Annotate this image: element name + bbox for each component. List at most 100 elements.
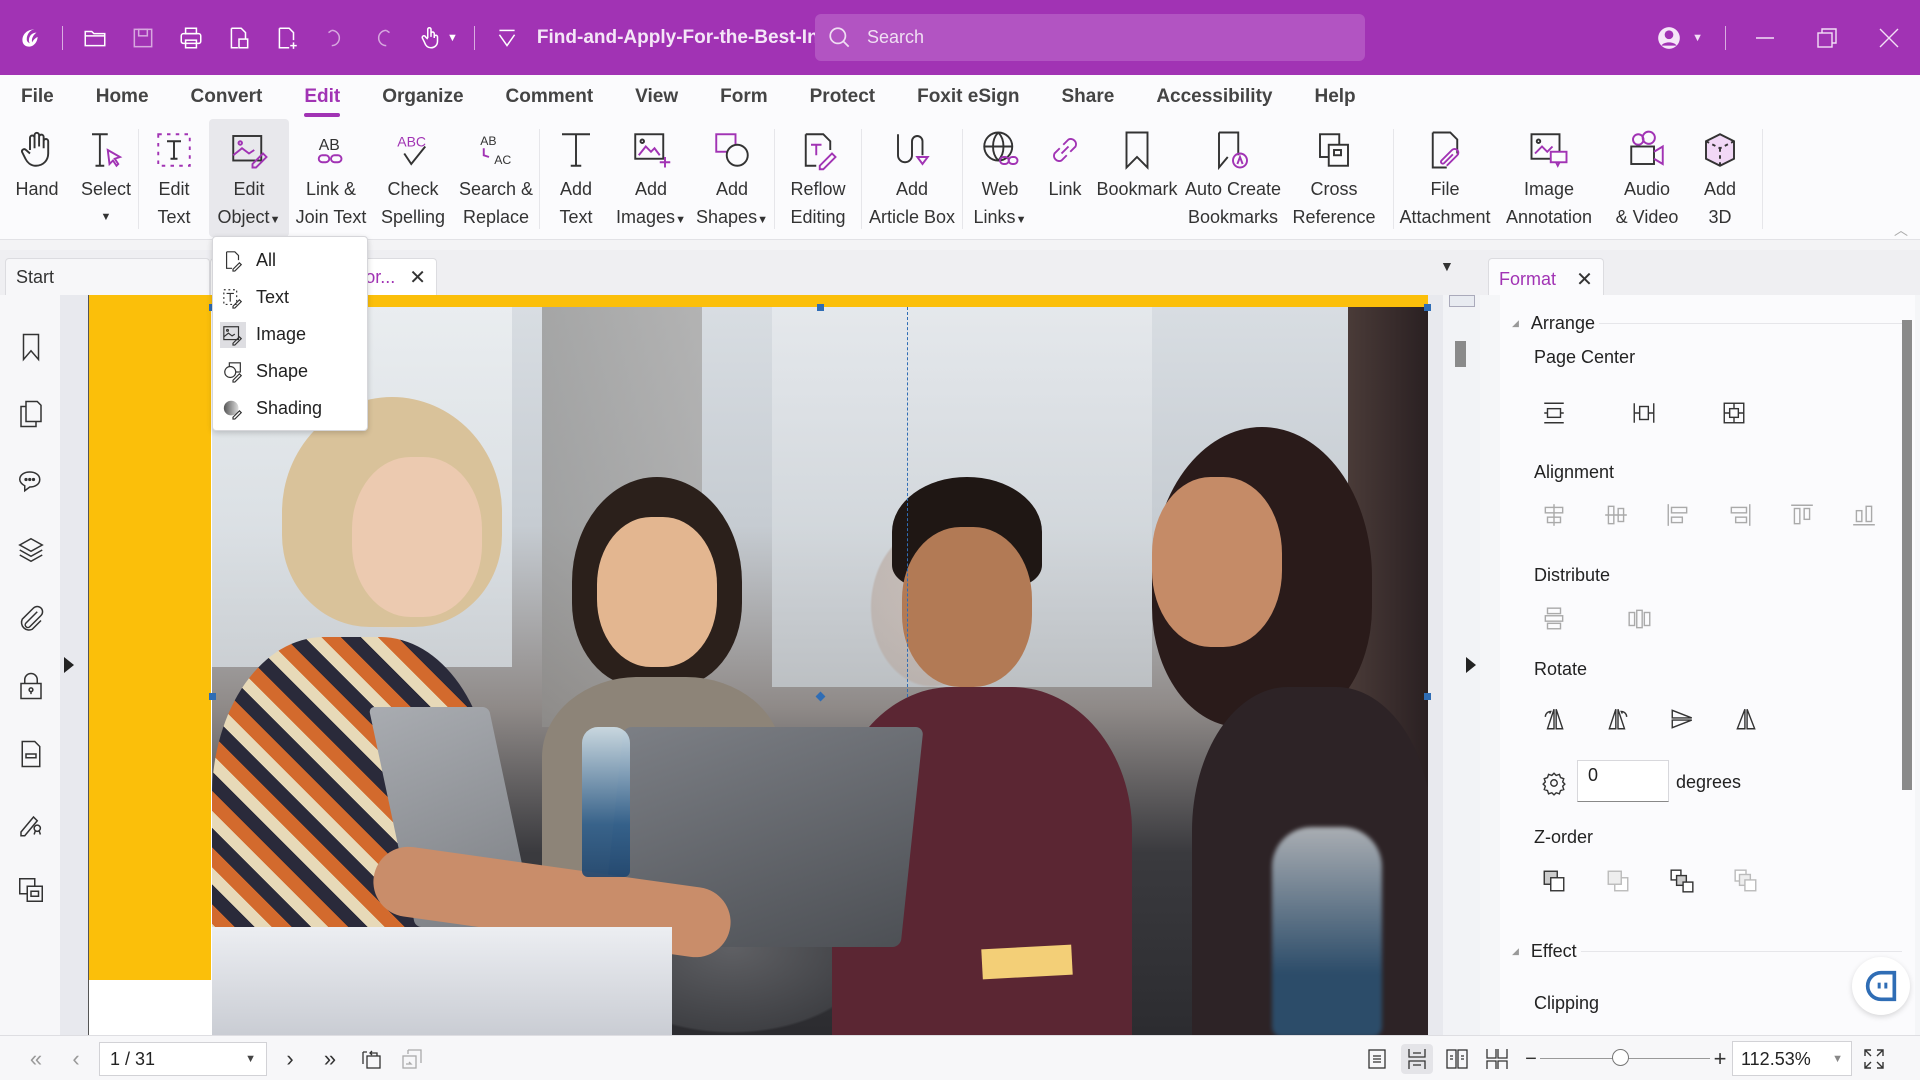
menu-convert[interactable]: Convert — [191, 75, 263, 119]
menu-foxit-esign[interactable]: Foxit eSign — [917, 75, 1019, 119]
account-icon[interactable] — [1646, 0, 1692, 75]
zoom-dropdown-icon[interactable]: ▼ — [1832, 1049, 1843, 1068]
menu-help[interactable]: Help — [1314, 75, 1355, 119]
tab-start[interactable]: Start — [5, 258, 210, 295]
add-images-button[interactable]: Add Images▼ — [612, 119, 690, 237]
scroll-top-button[interactable] — [1449, 295, 1475, 307]
selected-image[interactable] — [212, 307, 1428, 1035]
image-annotation-button[interactable]: Image Annotation — [1496, 119, 1602, 237]
facing-view-button[interactable] — [1441, 1044, 1473, 1074]
bring-to-front-button[interactable] — [1534, 861, 1574, 901]
close-format-panel-icon[interactable]: ✕ — [1576, 267, 1593, 292]
add-shapes-button[interactable]: Add Shapes▼ — [690, 119, 774, 237]
signatures-panel-icon[interactable] — [14, 805, 48, 839]
send-backward-button[interactable] — [1662, 861, 1702, 901]
ai-assistant-button[interactable] — [1852, 957, 1910, 1015]
align-bottom-button[interactable] — [1844, 495, 1884, 535]
edit-text-button[interactable]: Edit Text — [139, 119, 209, 237]
cross-reference-button[interactable]: Cross Reference — [1285, 119, 1383, 237]
distribute-horizontal-button[interactable] — [1620, 599, 1660, 639]
add-article-box-button[interactable]: Add Article Box — [862, 119, 962, 237]
next-view-button[interactable] — [396, 1044, 428, 1074]
hand-button[interactable]: Hand — [0, 119, 74, 237]
menu-item-shading[interactable]: Shading — [213, 390, 367, 427]
first-page-button[interactable]: « — [20, 1044, 52, 1074]
foxit-logo-icon[interactable] — [6, 14, 54, 62]
menu-item-image[interactable]: Image — [213, 316, 367, 353]
link-join-text-button[interactable]: AB Link & Join Text — [289, 119, 373, 237]
scrollbar-thumb[interactable] — [1455, 341, 1466, 367]
continuous-facing-view-button[interactable] — [1481, 1044, 1513, 1074]
arrange-section-header[interactable]: ◢ Arrange — [1512, 313, 1902, 334]
rotate-left-button[interactable] — [1534, 699, 1574, 739]
close-button[interactable] — [1858, 0, 1920, 75]
tab-format[interactable]: Format ✕ — [1488, 258, 1604, 300]
form-fields-panel-icon[interactable] — [14, 737, 48, 771]
menu-edit[interactable]: Edit — [304, 75, 340, 119]
chevron-down-icon[interactable]: ▼ — [447, 32, 458, 44]
print-icon[interactable] — [167, 14, 215, 62]
select-dropdown-icon[interactable]: ▼ — [101, 203, 112, 231]
web-links-button[interactable]: Web Links▼ — [963, 119, 1037, 237]
menu-comment[interactable]: Comment — [506, 75, 594, 119]
distribute-vertical-button[interactable] — [1534, 599, 1574, 639]
create-from-file-icon[interactable] — [215, 14, 263, 62]
align-middle-button[interactable] — [1596, 495, 1636, 535]
compare-panel-icon[interactable] — [14, 873, 48, 907]
audio-video-button[interactable]: Audio & Video — [1602, 119, 1692, 237]
open-folder-icon[interactable] — [71, 14, 119, 62]
flip-vertical-button[interactable] — [1662, 699, 1702, 739]
zoom-slider-handle[interactable] — [1611, 1049, 1629, 1066]
menu-item-shape[interactable]: Shape — [213, 353, 367, 390]
add-shapes-dropdown-icon[interactable]: ▼ — [757, 214, 768, 226]
web-links-dropdown-icon[interactable]: ▼ — [1016, 214, 1027, 226]
attachments-panel-icon[interactable] — [14, 601, 48, 635]
add-3d-button[interactable]: Add 3D — [1692, 119, 1748, 237]
expand-right-panel-icon[interactable] — [1466, 657, 1476, 673]
rotate-right-button[interactable] — [1598, 699, 1638, 739]
file-attachment-button[interactable]: File Attachment — [1394, 119, 1496, 237]
auto-create-bookmarks-button[interactable]: Auto Create Bookmarks — [1181, 119, 1285, 237]
menu-accessibility[interactable]: Accessibility — [1156, 75, 1272, 119]
page-dropdown-icon[interactable]: ▼ — [245, 1049, 256, 1069]
flip-horizontal-button[interactable] — [1726, 699, 1766, 739]
redo-icon[interactable] — [359, 14, 407, 62]
layers-panel-icon[interactable] — [14, 533, 48, 567]
next-page-button[interactable]: › — [274, 1044, 306, 1074]
menu-home[interactable]: Home — [96, 75, 149, 119]
align-left-button[interactable] — [1658, 495, 1698, 535]
quick-access-customize-icon[interactable] — [483, 14, 531, 62]
align-center-vertical-button[interactable] — [1534, 495, 1574, 535]
menu-share[interactable]: Share — [1062, 75, 1115, 119]
center-both-button[interactable] — [1714, 393, 1754, 433]
menu-protect[interactable]: Protect — [810, 75, 875, 119]
pages-panel-icon[interactable] — [14, 397, 48, 431]
reflow-editing-button[interactable]: Reflow Editing — [775, 119, 861, 237]
add-images-dropdown-icon[interactable]: ▼ — [675, 214, 686, 226]
expand-left-panel-icon[interactable] — [64, 657, 74, 673]
align-top-button[interactable] — [1782, 495, 1822, 535]
center-horizontal-button[interactable] — [1624, 393, 1664, 433]
edit-object-dropdown-icon[interactable]: ▼ — [270, 214, 281, 226]
collapse-ribbon-icon[interactable]: ︿ — [1894, 220, 1908, 240]
send-to-back-button[interactable] — [1726, 861, 1766, 901]
security-panel-icon[interactable] — [14, 669, 48, 703]
link-button[interactable]: Link — [1037, 119, 1093, 237]
full-screen-button[interactable] — [1858, 1044, 1890, 1074]
bring-forward-button[interactable] — [1598, 861, 1638, 901]
rotation-degrees-input[interactable]: 0 — [1577, 760, 1669, 802]
add-text-button[interactable]: Add Text — [540, 119, 612, 237]
previous-page-button[interactable]: ‹ — [60, 1044, 92, 1074]
zoom-level-input[interactable]: 112.53% ▼ — [1732, 1041, 1852, 1076]
restore-button[interactable] — [1796, 0, 1858, 75]
menu-view[interactable]: View — [635, 75, 678, 119]
new-document-icon[interactable] — [263, 14, 311, 62]
undo-icon[interactable] — [311, 14, 359, 62]
last-page-button[interactable]: » — [314, 1044, 346, 1074]
zoom-out-button[interactable]: − — [1515, 1044, 1547, 1074]
account-dropdown-icon[interactable]: ▼ — [1692, 32, 1703, 44]
menu-file[interactable]: File — [21, 75, 54, 119]
bookmark-button[interactable]: Bookmark — [1093, 119, 1181, 237]
search-replace-button[interactable]: AB AC Search & Replace — [453, 119, 539, 237]
close-tab-icon[interactable]: ✕ — [409, 265, 426, 290]
